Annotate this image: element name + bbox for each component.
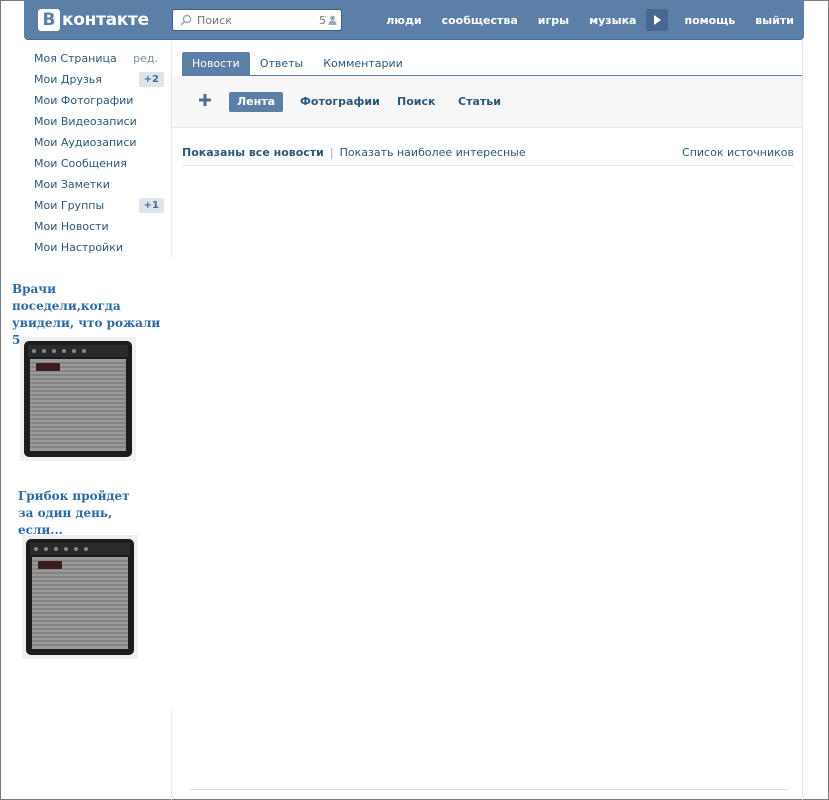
sidebar-item-photos[interactable]: Мои Фотографии <box>34 90 164 111</box>
filter-all-news: Показаны все новости <box>182 146 324 159</box>
subtab-search[interactable]: Поиск <box>389 92 443 112</box>
sidebar-divider <box>171 42 172 257</box>
music-play-button[interactable] <box>646 9 669 31</box>
sidebar-item-label: Мои Настройки <box>34 241 123 254</box>
news-subbar: Лента Фотографии Поиск Статьи <box>172 76 802 128</box>
subtab-photos[interactable]: Фотографии <box>292 92 388 112</box>
top-header: В контакте 5 люди сообщества игры музыка… <box>24 0 804 40</box>
sidebar-item-label: Моя Страница <box>34 52 117 65</box>
sidebar-item-label: Мои Группы <box>34 199 105 212</box>
nav-games[interactable]: игры <box>528 14 579 27</box>
tab-news[interactable]: Новости <box>182 52 250 76</box>
search-count: 5 <box>319 14 337 27</box>
sidebar-item-label: Мои Друзья <box>34 73 102 86</box>
nav-logout[interactable]: выйти <box>745 14 804 27</box>
subtab-feed[interactable]: Лента <box>229 92 283 112</box>
sidebar-item-messages[interactable]: Мои Сообщения <box>34 153 164 174</box>
person-icon <box>328 15 337 25</box>
groups-count-badge: +1 <box>138 198 164 213</box>
vk-logo[interactable]: В контакте <box>38 9 149 31</box>
sources-list-link[interactable]: Список источников <box>682 146 794 159</box>
search-icon <box>180 14 192 26</box>
sidebar-item-label: Мои Аудиозаписи <box>34 136 137 149</box>
logo-letter: В <box>38 9 60 31</box>
subtab-articles[interactable]: Статьи <box>450 92 509 112</box>
sidebar-item-label: Мои Заметки <box>34 178 110 191</box>
nav-music[interactable]: музыка <box>579 14 646 27</box>
tab-comments[interactable]: Комментарии <box>313 52 413 76</box>
sidebar-divider-lower <box>171 710 172 800</box>
nav-help[interactable]: помощь <box>674 14 745 27</box>
sidebar-item-notes[interactable]: Мои Заметки <box>34 174 164 195</box>
play-icon <box>654 15 662 25</box>
news-filter-bar: Показаны все новости | Показать наиболее… <box>182 140 794 166</box>
filter-separator: | <box>329 146 334 159</box>
sidebar-item-groups[interactable]: Мои Группы +1 <box>34 195 164 216</box>
top-nav: люди сообщества игры музыка помощь выйти <box>376 0 804 40</box>
tab-answers[interactable]: Ответы <box>250 52 313 76</box>
sidebar-item-audio[interactable]: Мои Аудиозаписи <box>34 132 164 153</box>
sidebar-item-settings[interactable]: Мои Настройки <box>34 237 164 258</box>
sidebar-item-my-page[interactable]: Моя Страница ред. <box>34 48 164 69</box>
sidebar-item-videos[interactable]: Мои Видеозаписи <box>34 111 164 132</box>
ad-image-amplifier[interactable] <box>20 337 136 461</box>
news-tabs: Новости Ответы Комментарии <box>182 52 802 76</box>
sidebar-item-label: Мои Фотографии <box>34 94 134 107</box>
sidebar-item-friends[interactable]: Мои Друзья +2 <box>34 69 164 90</box>
friends-count-badge: +2 <box>138 72 164 87</box>
sidebar-item-label: Мои Видеозаписи <box>34 115 137 128</box>
ad-image-amplifier[interactable] <box>22 535 138 659</box>
search-box[interactable]: 5 <box>172 9 342 31</box>
amplifier-image <box>24 341 132 457</box>
search-count-number: 5 <box>319 13 326 27</box>
edit-link[interactable]: ред. <box>133 52 158 65</box>
amplifier-image <box>26 539 134 655</box>
nav-people[interactable]: люди <box>376 14 431 27</box>
add-icon[interactable] <box>197 92 213 108</box>
logo-text: контакте <box>62 10 149 30</box>
content-border <box>802 42 803 800</box>
footer-divider <box>190 789 788 790</box>
sidebar-item-label: Мои Сообщения <box>34 157 127 170</box>
nav-communities[interactable]: сообщества <box>432 14 528 27</box>
left-menu: Моя Страница ред. Мои Друзья +2 Мои Фото… <box>34 48 164 258</box>
sidebar-item-news[interactable]: Мои Новости <box>34 216 164 237</box>
ad-title[interactable]: Грибок пройдет за один день, если... <box>18 488 148 539</box>
sidebar-item-label: Мои Новости <box>34 220 109 233</box>
search-input[interactable] <box>197 13 307 27</box>
filter-interesting-link[interactable]: Показать наиболее интересные <box>340 146 526 159</box>
